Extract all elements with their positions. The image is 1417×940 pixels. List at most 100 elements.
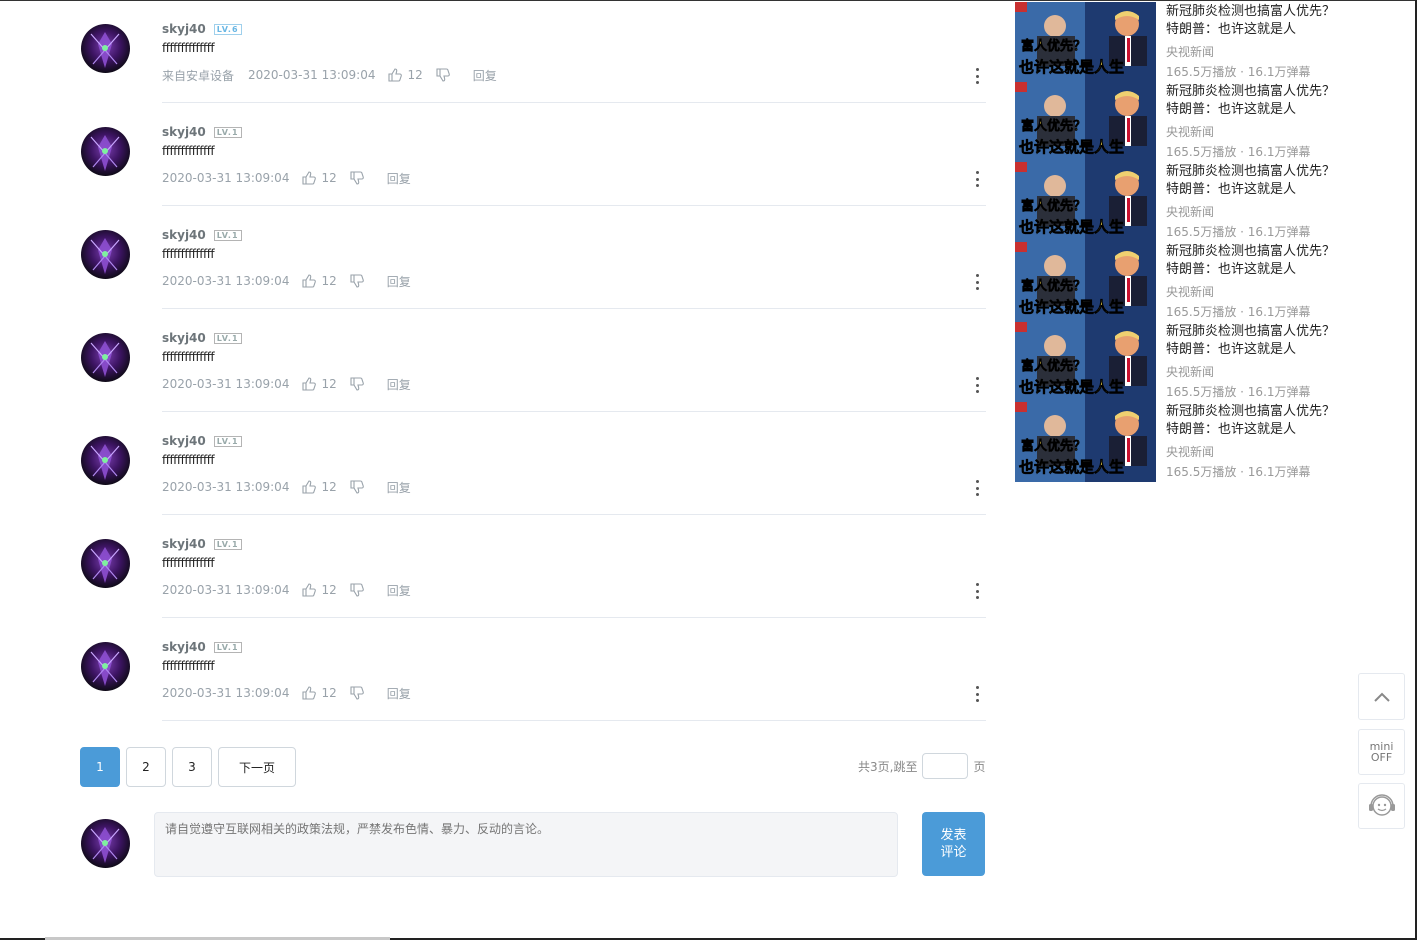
reply-button[interactable]: 回复: [387, 376, 411, 393]
like-button[interactable]: 12: [301, 479, 337, 495]
avatar[interactable]: [81, 24, 130, 73]
avatar[interactable]: [81, 539, 130, 588]
submit-label: 发表 评论: [940, 828, 967, 860]
video-thumbnail[interactable]: 富人优先？ 也许这就是人生: [1015, 2, 1156, 82]
username[interactable]: skyj40: [162, 434, 206, 448]
comment-text: ffffffffffffff: [162, 247, 215, 261]
recommended-video[interactable]: 富人优先？ 也许这就是人生 新冠肺炎检测也搞富人优先？特朗普：也许这就是人 央视…: [1015, 2, 1355, 82]
video-thumbnail[interactable]: 富人优先？ 也许这就是人生: [1015, 242, 1156, 322]
dislike-button[interactable]: [349, 582, 365, 598]
reply-button[interactable]: 回复: [473, 67, 497, 84]
dislike-button[interactable]: [435, 67, 451, 83]
customer-service-button[interactable]: [1358, 783, 1405, 829]
video-title[interactable]: 新冠肺炎检测也搞富人优先？特朗普：也许这就是人: [1166, 323, 1342, 359]
username[interactable]: skyj40: [162, 228, 206, 242]
video-thumbnail[interactable]: 富人优先？ 也许这就是人生: [1015, 162, 1156, 242]
reply-button[interactable]: 回复: [387, 479, 411, 496]
avatar-image: [90, 135, 120, 171]
more-options-icon[interactable]: [974, 274, 980, 290]
video-title[interactable]: 新冠肺炎检测也搞富人优先？特朗普：也许这就是人: [1166, 3, 1342, 39]
recommended-video[interactable]: 富人优先？ 也许这就是人生 新冠肺炎检测也搞富人优先？特朗普：也许这就是人 央视…: [1015, 242, 1355, 322]
avatar[interactable]: [81, 642, 130, 691]
avatar-image: [90, 827, 120, 863]
comment-input[interactable]: [154, 812, 898, 877]
avatar[interactable]: [81, 127, 130, 176]
page-jump: 共3页,跳至 页: [858, 753, 985, 779]
video-thumbnail[interactable]: 富人优先？ 也许这就是人生: [1015, 82, 1156, 162]
like-button[interactable]: 12: [301, 170, 337, 186]
thumbnail-caption-2: 也许这就是人生: [1019, 58, 1124, 76]
recommended-video[interactable]: 富人优先？ 也许这就是人生 新冠肺炎检测也搞富人优先？特朗普：也许这就是人 央视…: [1015, 162, 1355, 242]
page-button-3[interactable]: 3: [172, 747, 212, 787]
page-button-1[interactable]: 1: [80, 747, 120, 787]
comment-header: skyj40 LV.1: [162, 123, 986, 141]
dislike-button[interactable]: [349, 170, 365, 186]
more-options-icon[interactable]: [974, 583, 980, 599]
more-options-icon[interactable]: [974, 171, 980, 187]
timestamp: 2020-03-31 13:09:04: [162, 274, 290, 288]
dislike-button[interactable]: [349, 685, 365, 701]
level-badge: LV.1: [213, 435, 242, 447]
page-jump-input[interactable]: [922, 753, 969, 779]
recommended-video[interactable]: 富人优先？ 也许这就是人生 新冠肺炎检测也搞富人优先？特朗普：也许这就是人 央视…: [1015, 322, 1355, 402]
video-title[interactable]: 新冠肺炎检测也搞富人优先？特朗普：也许这就是人: [1166, 243, 1342, 279]
reply-button[interactable]: 回复: [387, 685, 411, 702]
dislike-button[interactable]: [349, 273, 365, 289]
video-uploader[interactable]: 央视新闻: [1166, 283, 1214, 300]
video-title[interactable]: 新冠肺炎检测也搞富人优先？特朗普：也许这就是人: [1166, 163, 1342, 199]
video-title[interactable]: 新冠肺炎检测也搞富人优先？特朗普：也许这就是人: [1166, 83, 1342, 119]
video-thumbnail[interactable]: 富人优先？ 也许这就是人生: [1015, 402, 1156, 482]
more-options-icon[interactable]: [974, 686, 980, 702]
video-uploader[interactable]: 央视新闻: [1166, 443, 1214, 460]
like-button[interactable]: 12: [301, 273, 337, 289]
recommended-video[interactable]: 富人优先？ 也许这就是人生 新冠肺炎检测也搞富人优先？特朗普：也许这就是人 央视…: [1015, 82, 1355, 162]
next-page-button[interactable]: 下一页: [218, 747, 296, 787]
video-uploader[interactable]: 央视新闻: [1166, 203, 1214, 220]
video-uploader[interactable]: 央视新闻: [1166, 123, 1214, 140]
like-button[interactable]: 12: [301, 582, 337, 598]
username[interactable]: skyj40: [162, 537, 206, 551]
like-count: 12: [321, 583, 337, 597]
username[interactable]: skyj40: [162, 331, 206, 345]
back-to-top-button[interactable]: [1358, 673, 1405, 720]
like-button[interactable]: 12: [301, 376, 337, 392]
recommended-video[interactable]: 富人优先？ 也许这就是人生 新冠肺炎检测也搞富人优先？特朗普：也许这就是人 央视…: [1015, 402, 1355, 482]
like-button[interactable]: 12: [387, 67, 423, 83]
username[interactable]: skyj40: [162, 22, 206, 36]
video-thumbnail[interactable]: 富人优先？ 也许这就是人生: [1015, 322, 1156, 402]
comment-info: 2020-03-31 13:09:04 12 回复: [162, 581, 986, 599]
comment-header: skyj40 LV.1: [162, 329, 986, 347]
more-options-icon[interactable]: [974, 377, 980, 393]
video-uploader[interactable]: 央视新闻: [1166, 43, 1214, 60]
video-stats: 165.5万播放 · 16.1万弹幕: [1166, 145, 1311, 159]
level-badge: LV.1: [213, 126, 242, 138]
more-options-icon[interactable]: [974, 68, 980, 84]
avatar[interactable]: [81, 230, 130, 279]
dislike-button[interactable]: [349, 376, 365, 392]
dislike-button[interactable]: [349, 479, 365, 495]
thumbnail-image: 富人优先？ 也许这就是人生: [1015, 162, 1156, 242]
reply-button[interactable]: 回复: [387, 582, 411, 599]
chevron-up-icon: [1373, 692, 1390, 702]
reply-button[interactable]: 回复: [387, 273, 411, 290]
video-title[interactable]: 新冠肺炎检测也搞富人优先？特朗普：也许这就是人: [1166, 403, 1342, 439]
more-options-icon[interactable]: [974, 480, 980, 496]
level-badge: LV.1: [213, 538, 242, 550]
username[interactable]: skyj40: [162, 640, 206, 654]
avatar[interactable]: [81, 436, 130, 485]
mini-player-toggle[interactable]: mini OFF: [1358, 729, 1405, 775]
comment-header: skyj40 LV.1: [162, 535, 986, 553]
level-badge: LV.1: [213, 641, 242, 653]
thumbnail-caption-2: 也许这就是人生: [1019, 138, 1124, 156]
avatar[interactable]: [81, 333, 130, 382]
video-uploader[interactable]: 央视新闻: [1166, 363, 1214, 380]
submit-comment-button[interactable]: 发表 评论: [922, 812, 985, 876]
reply-button[interactable]: 回复: [387, 170, 411, 187]
username[interactable]: skyj40: [162, 125, 206, 139]
page-button-2[interactable]: 2: [126, 747, 166, 787]
comment-info: 来自安卓设备 2020-03-31 13:09:04 12 回复: [162, 66, 986, 84]
comment-body: skyj40 LV.1 ffffffffffffff 2020-03-31 13…: [162, 123, 986, 187]
like-button[interactable]: 12: [301, 685, 337, 701]
comment-item: skyj40 LV.1 ffffffffffffff 2020-03-31 13…: [80, 206, 986, 309]
video-stats: 165.5万播放 · 16.1万弹幕: [1166, 305, 1311, 319]
